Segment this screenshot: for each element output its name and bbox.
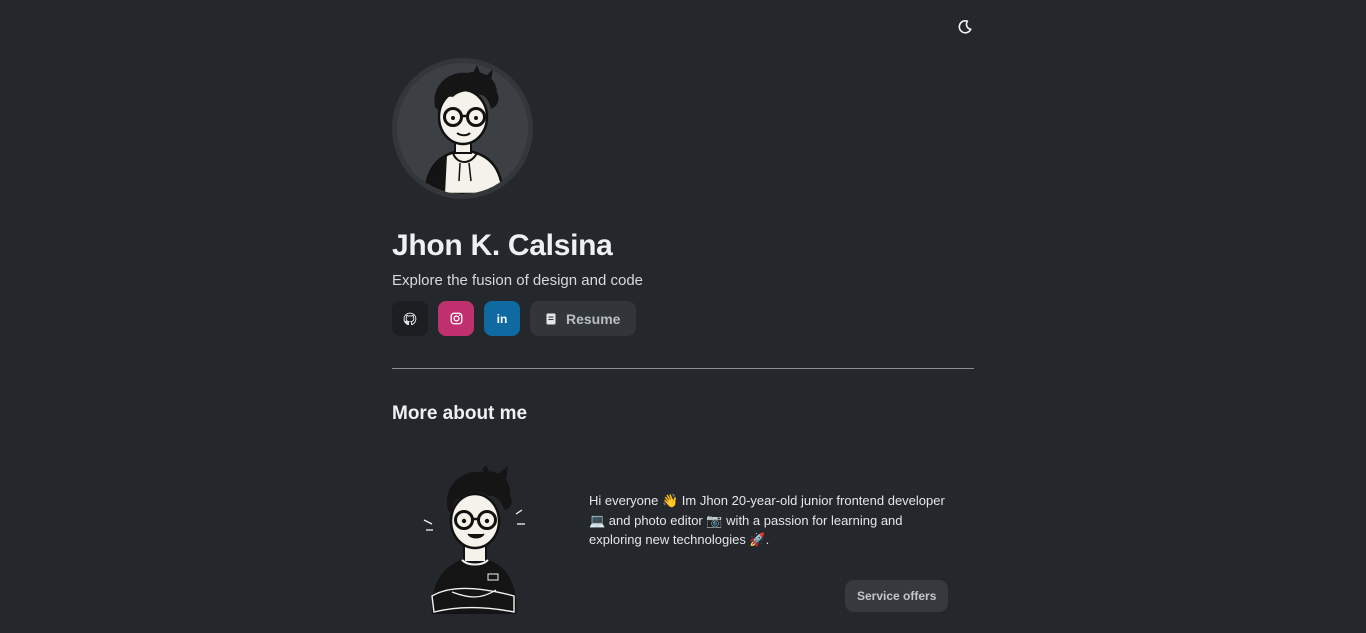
document-icon	[546, 313, 556, 324]
linkedin-icon: in	[496, 311, 508, 326]
theme-toggle-button[interactable]	[954, 16, 976, 38]
instagram-button[interactable]	[438, 301, 474, 336]
profile-name: Jhon K. Calsina	[392, 229, 613, 262]
moon-icon	[958, 19, 972, 34]
about-bio: Hi everyone 👋 Im Jhon 20-year-old junior…	[589, 493, 945, 547]
about-illustration	[422, 464, 527, 616]
instagram-icon	[450, 312, 462, 325]
avatar-illustration	[397, 63, 528, 194]
profile-tagline: Explore the fusion of design and code	[392, 272, 644, 289]
page: Jhon K. Calsina Explore the fusion of de…	[0, 0, 1366, 633]
github-icon	[403, 312, 417, 325]
resume-label: Resume	[566, 310, 621, 327]
avatar	[392, 58, 533, 199]
service-offers-button[interactable]: Service offers	[845, 580, 949, 612]
github-button[interactable]	[392, 301, 428, 336]
linkedin-button[interactable]: in	[484, 301, 520, 336]
social-links: in Resume	[392, 301, 637, 336]
section-divider	[392, 368, 974, 369]
resume-button[interactable]: Resume	[530, 301, 637, 336]
character-illustration	[423, 464, 525, 614]
about-title: More about me	[392, 403, 528, 424]
